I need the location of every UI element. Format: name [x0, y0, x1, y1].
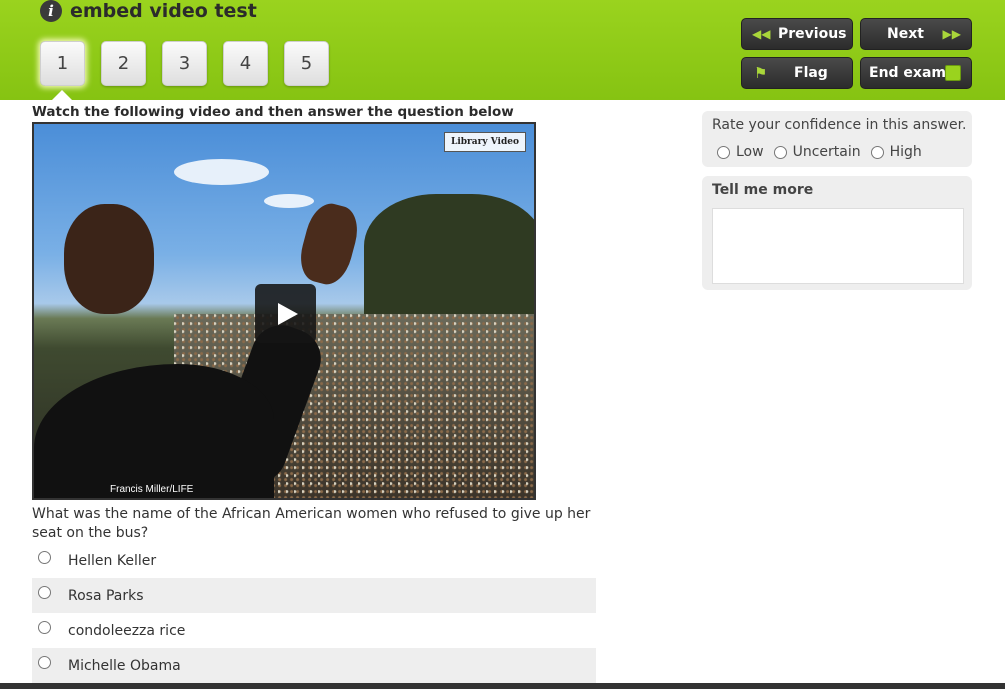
question-number-4[interactable]: 4 [223, 41, 268, 86]
exam-title: embed video test [70, 0, 257, 22]
question-number-3[interactable]: 3 [162, 41, 207, 86]
previous-label: Previous [778, 26, 847, 42]
confidence-panel: Rate your confidence in this answer. Low… [702, 111, 972, 167]
speaker-hand-shape [294, 198, 364, 290]
answer-label: condoleezza rice [68, 622, 186, 639]
question-number-1[interactable]: 1 [40, 41, 85, 86]
flag-icon: ⚑ [754, 64, 768, 82]
question-text: What was the name of the African America… [32, 506, 591, 541]
answer-option[interactable]: Rosa Parks [32, 578, 596, 613]
rewind-icon: ◀◀ [752, 27, 771, 41]
speaker-head-shape [64, 204, 154, 314]
answer-option[interactable]: Michelle Obama [32, 648, 596, 683]
info-icon[interactable]: i [40, 0, 62, 22]
play-icon [278, 302, 298, 325]
exam-header: i embed video test 1 2 3 4 5 ◀◀ Previous… [0, 0, 1005, 100]
trees-shape [364, 194, 534, 324]
tell-me-more-title: Tell me more [712, 182, 814, 198]
next-button[interactable]: Next ▶▶ [860, 18, 972, 50]
photo-credit: Francis Miller/LIFE [110, 484, 194, 495]
next-label: Next [887, 26, 924, 42]
previous-button[interactable]: ◀◀ Previous [741, 18, 853, 50]
answer-options: Hellen Keller Rosa Parks condoleezza ric… [32, 543, 596, 683]
bottom-bar [0, 683, 1005, 689]
confidence-options: Low Uncertain High [717, 144, 932, 160]
flag-button[interactable]: ⚑ Flag [741, 57, 853, 89]
video-player[interactable]: Library Video Francis Miller/LIFE [32, 122, 536, 500]
title-row: i embed video test [40, 0, 257, 22]
video-watermark-logo: Library Video [444, 132, 526, 152]
play-button[interactable] [255, 284, 316, 343]
question-number-2[interactable]: 2 [101, 41, 146, 86]
cloud-shape [264, 194, 314, 208]
answer-option[interactable]: condoleezza rice [32, 613, 596, 648]
confidence-radio[interactable] [870, 145, 884, 159]
answer-label: Hellen Keller [68, 552, 157, 569]
confidence-option-low[interactable]: Low [717, 144, 764, 160]
fast-forward-icon: ▶▶ [942, 27, 961, 41]
tell-me-more-panel: Tell me more [702, 176, 972, 290]
confidence-title: Rate your confidence in this answer. [712, 117, 967, 133]
confidence-radio[interactable] [773, 145, 787, 159]
answer-radio[interactable] [38, 586, 51, 599]
answer-radio[interactable] [38, 621, 51, 634]
confidence-label: Uncertain [792, 144, 861, 160]
question-navigator: 1 2 3 4 5 [40, 41, 329, 86]
answer-label: Michelle Obama [68, 657, 181, 674]
flag-label: Flag [794, 65, 828, 81]
answer-label: Rosa Parks [68, 587, 144, 604]
confidence-label: Low [736, 144, 764, 160]
confidence-label: High [889, 144, 922, 160]
confidence-radio[interactable] [717, 145, 730, 159]
tell-me-more-textarea[interactable] [712, 208, 964, 284]
speaker-body-shape [34, 364, 274, 498]
end-exam-status-icon [945, 65, 961, 81]
confidence-option-high[interactable]: High [870, 144, 922, 160]
confidence-option-uncertain[interactable]: Uncertain [773, 144, 861, 160]
end-exam-label: End exam [869, 65, 946, 81]
question-number-5[interactable]: 5 [284, 41, 329, 86]
answer-option[interactable]: Hellen Keller [32, 543, 596, 578]
answer-radio[interactable] [38, 551, 51, 564]
active-question-pointer [52, 90, 72, 100]
answer-radio[interactable] [38, 656, 51, 669]
instruction-text: Watch the following video and then answe… [32, 104, 514, 120]
end-exam-button[interactable]: End exam [860, 57, 972, 89]
cloud-shape [174, 159, 269, 185]
